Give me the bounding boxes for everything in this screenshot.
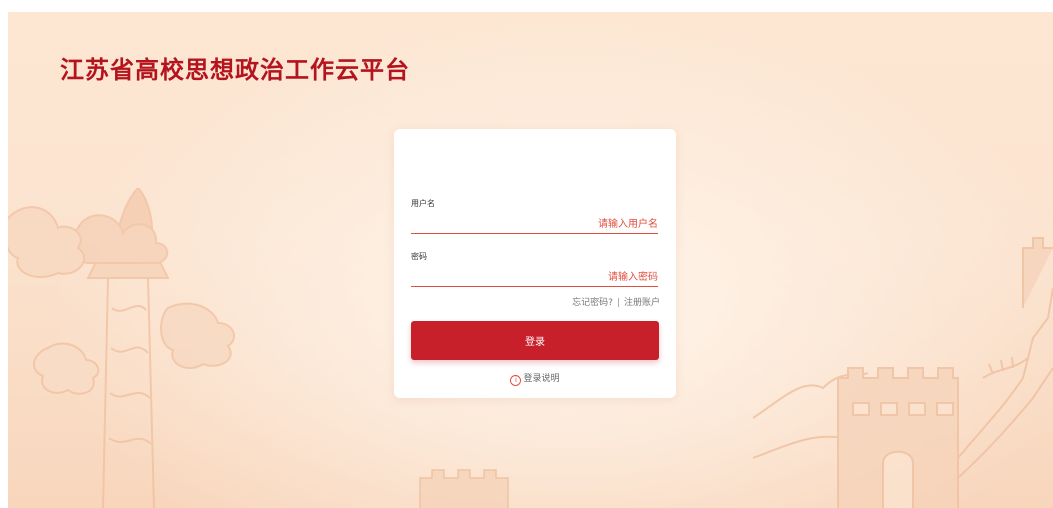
huabiao-column-illustration <box>8 188 236 508</box>
login-button[interactable]: 登录 <box>411 321 659 360</box>
great-wall-illustration <box>753 237 1053 508</box>
link-separator: | <box>616 298 620 308</box>
info-circle-icon: i <box>510 375 522 386</box>
login-help-label[interactable]: 登录说明 <box>523 374 559 384</box>
password-label: 密码 <box>411 252 427 261</box>
left-margin <box>0 0 8 508</box>
site-title: 江苏省高校思想政治工作云平台 <box>60 55 410 84</box>
wall-tower-illustration <box>419 469 509 508</box>
login-help[interactable]: i 登录说明 <box>394 371 676 386</box>
register-link[interactable]: 注册账户 <box>624 298 660 308</box>
username-input[interactable] <box>411 215 658 234</box>
login-card: 用户名 密码 忘记密码?| 注册账户 登录 i登录说明 <box>394 129 676 398</box>
account-links: 忘记密码? | 注册账户 <box>572 295 660 308</box>
login-page: 江苏省高校思想政治工作云平台 用户名 密码 忘记密码?| 注册账户 登录 i登录说… <box>0 0 1053 508</box>
top-margin <box>0 0 1053 12</box>
password-input[interactable] <box>411 268 658 287</box>
forgot-password-link[interactable]: 忘记密码? <box>572 298 613 308</box>
username-label: 用户名 <box>411 199 435 208</box>
